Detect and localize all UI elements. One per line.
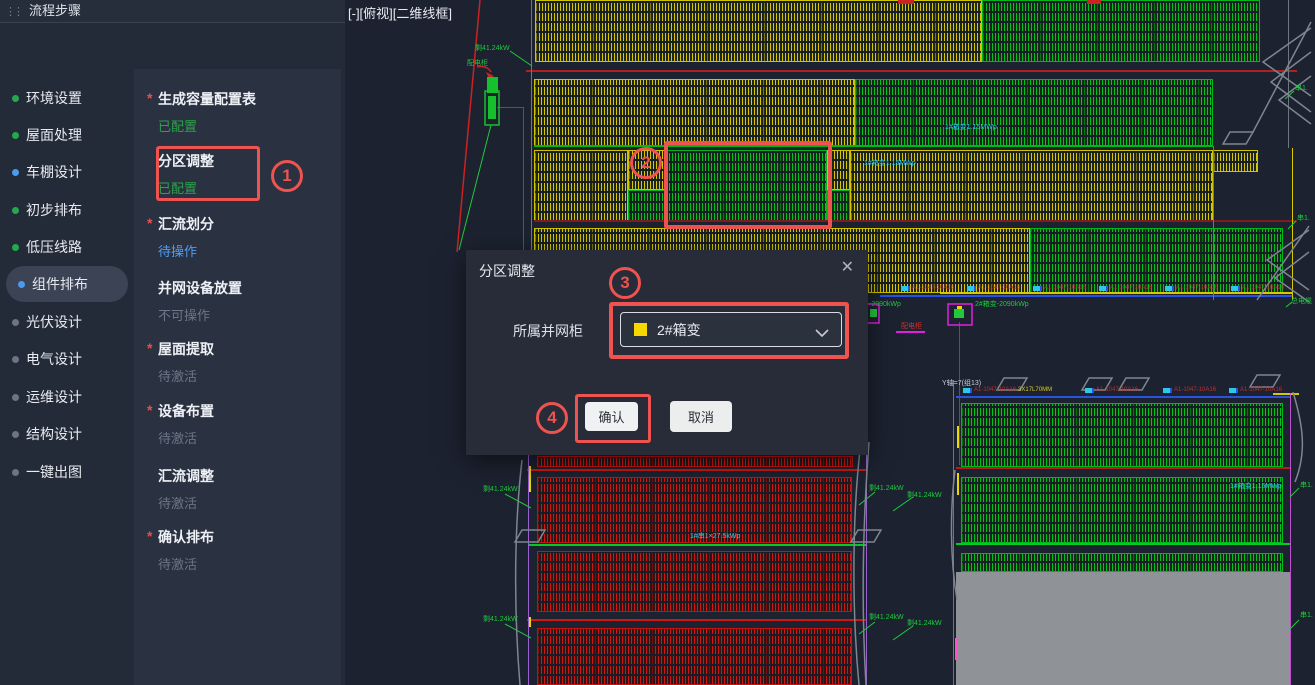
status-dot xyxy=(12,431,19,438)
sidebar-item-om-design[interactable]: 运维设计 xyxy=(0,379,134,415)
box-capacity-label: 1#箱变1.15MWp xyxy=(945,122,997,132)
substep-capacity-table[interactable]: *生成容量配置表 已配置 xyxy=(134,89,341,135)
sidebar-item-export[interactable]: 一键出图 xyxy=(0,454,134,490)
status-dot xyxy=(12,469,19,476)
substep-status: 待操作 xyxy=(134,241,341,260)
sidebar-item-carport[interactable]: 车棚设计 xyxy=(0,154,134,190)
panel-title: 流程步骤 xyxy=(29,3,81,18)
status-dot xyxy=(12,244,19,251)
cabinet-label-red: 配电柜 xyxy=(901,321,922,331)
status-dot xyxy=(12,356,19,363)
sidebar-item-structural[interactable]: 结构设计 xyxy=(0,416,134,452)
capacity-label: 剩41.24kW xyxy=(475,43,510,53)
substep-status: 已配置 xyxy=(134,178,341,197)
clipped-label: 串1. xyxy=(1300,480,1313,490)
substep-list: *生成容量配置表 已配置 分区调整 已配置 *汇流划分 待操作 并网设备放置 不… xyxy=(134,69,341,685)
substep-device-layout[interactable]: *设备布置 待激活 xyxy=(134,401,341,447)
chevron-down-icon xyxy=(815,325,829,343)
substep-combiner-division[interactable]: *汇流划分 待操作 xyxy=(134,214,341,260)
capacity-label: 剩41.24kW xyxy=(869,483,904,493)
substep-status: 待激活 xyxy=(134,493,341,512)
sidebar-item-prelayout[interactable]: 初步排布 xyxy=(0,192,134,228)
process-steps-panel: ⋮⋮ 流程步骤 环境设置 屋面处理 车棚设计 初步排布 低压线路 组件排布 光伏设… xyxy=(0,0,345,685)
status-dot xyxy=(12,95,19,102)
sidebar-item-lowvolt[interactable]: 低压线路 xyxy=(0,229,134,265)
status-dot xyxy=(18,281,25,288)
capacity-label: 剩41.24kW xyxy=(869,612,904,622)
substep-status: 不可操作 xyxy=(134,305,341,324)
capacity-label: 剩41.24kW xyxy=(483,614,518,624)
box-capacity-label: 1#箱变1.15MWp xyxy=(1230,481,1282,491)
transformer-label: 2#箱变-2090kWp xyxy=(975,299,1029,309)
substep-status: 已配置 xyxy=(134,116,341,135)
sidebar-item-module-layout[interactable]: 组件排布 xyxy=(6,266,128,302)
status-dot xyxy=(12,169,19,176)
cable-label: 总电缆 xyxy=(1291,296,1312,306)
panel-titlebar: ⋮⋮ 流程步骤 xyxy=(0,0,345,23)
status-dot xyxy=(12,394,19,401)
grid-cabinet-select[interactable]: 2#箱变 xyxy=(620,312,842,347)
substep-status: 待激活 xyxy=(134,554,341,573)
transformer-label-frag: -2090kWp xyxy=(869,301,901,308)
clipped-label: 串1. xyxy=(1297,213,1310,223)
view-mode-label: [-][俯视][二维线框] xyxy=(348,3,452,22)
confirm-button[interactable]: 确认 xyxy=(585,402,638,431)
close-icon[interactable]: ✕ xyxy=(841,258,854,278)
box-capacity-label: 1#箱变1.15MWp xyxy=(864,158,916,168)
cabinet-label: 配电柜 xyxy=(467,58,488,68)
sidebar-item-electrical[interactable]: 电气设计 xyxy=(0,341,134,377)
partition-adjust-dialog: 分区调整 ✕ 所属并网柜 2#箱变 3 确认 取消 4 xyxy=(466,250,868,455)
capacity-label: 剩41.24kW xyxy=(907,490,942,500)
drag-handle-icon[interactable]: ⋮⋮ xyxy=(5,6,21,18)
sidebar-item-pv-design[interactable]: 光伏设计 xyxy=(0,304,134,340)
substep-confirm-layout[interactable]: *确认排布 待激活 xyxy=(134,527,341,573)
substep-status: 待激活 xyxy=(134,428,341,447)
clipped-label: 串1. xyxy=(1295,83,1308,93)
capacity-label: 剩41.24kW xyxy=(907,618,942,628)
string-capacity-label: 1#串1×27.5kWp xyxy=(690,531,740,541)
sidebar-item-env[interactable]: 环境设置 xyxy=(0,80,134,116)
annotation-circle-3: 3 xyxy=(609,267,641,299)
field-label: 所属并网柜 xyxy=(513,321,583,341)
annotation-circle-4: 4 xyxy=(536,402,568,434)
substep-grid-equipment[interactable]: 并网设备放置 不可操作 xyxy=(134,278,341,324)
stage-list: 环境设置 屋面处理 车棚设计 初步排布 低压线路 组件排布 光伏设计 电气设计 … xyxy=(0,23,134,685)
cad-viewport[interactable]: [-][俯视][二维线框] xyxy=(345,0,1315,685)
status-dot xyxy=(12,132,19,139)
selected-value: 2#箱变 xyxy=(657,320,701,340)
capacity-label: 剩41.24kW xyxy=(483,484,518,494)
status-dot xyxy=(12,207,19,214)
substep-status: 待激活 xyxy=(134,366,341,385)
sidebar-item-roof[interactable]: 屋面处理 xyxy=(0,117,134,153)
cancel-button[interactable]: 取消 xyxy=(670,401,732,432)
substep-partition-adjust[interactable]: 分区调整 已配置 xyxy=(134,151,341,197)
substep-roof-extract[interactable]: *屋面提取 待激活 xyxy=(134,339,341,385)
clipped-label: 串1. xyxy=(1300,610,1313,620)
substep-combiner-adjust[interactable]: 汇流调整 待激活 xyxy=(134,466,341,512)
color-swatch-icon xyxy=(634,323,647,336)
status-dot xyxy=(12,319,19,326)
dialog-title: 分区调整 xyxy=(479,261,535,281)
